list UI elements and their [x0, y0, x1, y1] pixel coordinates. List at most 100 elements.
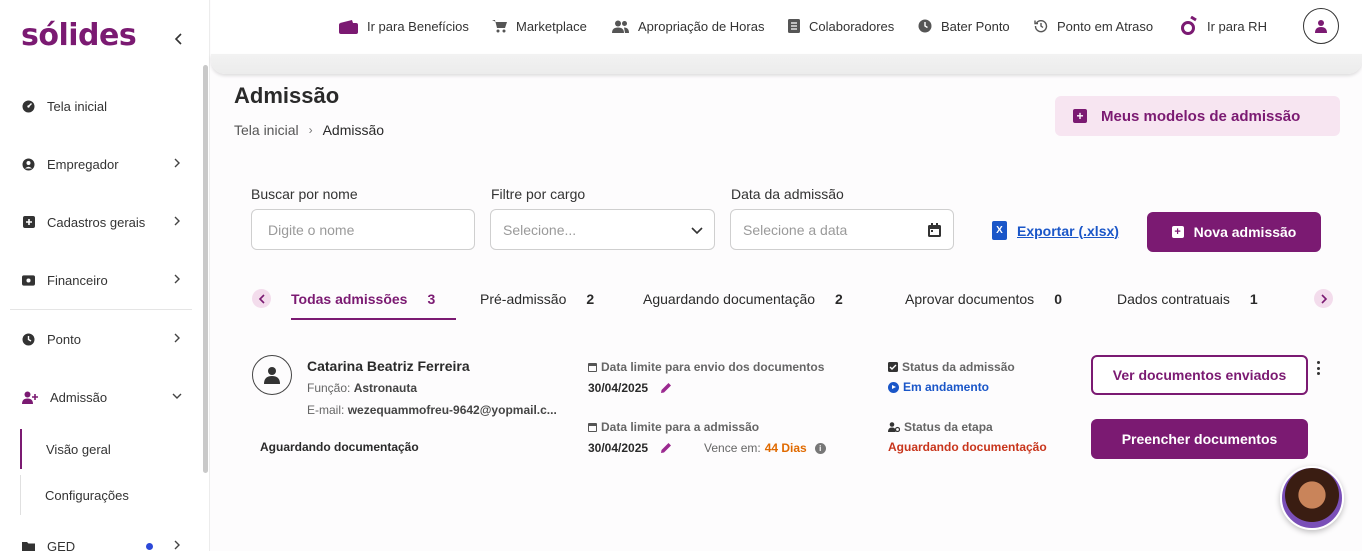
- role-filter-value: Selecione...: [503, 221, 577, 238]
- search-name-input[interactable]: Digite o nome: [251, 209, 475, 250]
- user-icon: [1315, 20, 1327, 33]
- admission-deadline-label-text: Data limite para a admissão: [601, 420, 760, 434]
- breadcrumb-current: Admissão: [322, 122, 385, 138]
- edit-pencil-icon[interactable]: [660, 442, 672, 454]
- admission-deadline-date: 30/04/2025: [588, 441, 649, 455]
- breadcrumb-separator-icon: ›: [308, 123, 313, 137]
- nav-label: Ponto em Atraso: [1057, 18, 1154, 34]
- sidebar-item-label: Empregador: [47, 156, 119, 172]
- breadcrumb-home[interactable]: Tela inicial: [234, 122, 299, 138]
- sidebar-subitem-configuracoes[interactable]: Configurações: [20, 475, 200, 515]
- fill-documents-button[interactable]: Preencher documentos: [1091, 419, 1308, 459]
- admission-date-input[interactable]: Selecione a data: [730, 209, 954, 250]
- tab-label: Dados contratuais: [1117, 291, 1230, 307]
- chevron-left-icon[interactable]: [170, 30, 188, 48]
- nav-label: Bater Ponto: [941, 18, 1010, 34]
- tab-dados-contratuais[interactable]: Dados contratuais 1: [1117, 291, 1258, 307]
- sidebar-scrollbar[interactable]: [203, 65, 208, 473]
- chevron-down-icon: [172, 393, 182, 399]
- admission-date-label: Data da admissão: [731, 186, 844, 202]
- nav-ir-para-rh[interactable]: Ir para RH: [1180, 16, 1267, 35]
- candidate-role-prefix: Função:: [307, 381, 351, 395]
- nav-colaboradores[interactable]: Colaboradores: [788, 17, 894, 35]
- tab-aguardando-documentacao[interactable]: Aguardando documentação 2: [643, 291, 843, 307]
- tab-todas-admissoes[interactable]: Todas admissões 3: [291, 291, 435, 307]
- breadcrumb: Tela inicial › Admissão: [234, 122, 384, 138]
- tab-label: Aprovar documentos: [905, 291, 1035, 307]
- nav-bater-ponto[interactable]: Bater Ponto: [918, 17, 1010, 35]
- chevron-right-icon: [174, 274, 180, 284]
- chevron-right-icon: [174, 216, 180, 226]
- sidebar-item-cadastros-gerais[interactable]: Cadastros gerais: [0, 202, 200, 242]
- virtual-assistant-avatar[interactable]: [1280, 466, 1344, 530]
- sidebar-item-label: Admissão: [50, 389, 108, 405]
- candidate-email: E-mail: wezequammofreu-9642@yopmail.c...: [307, 403, 557, 417]
- plus-square-icon: +: [1073, 109, 1087, 123]
- role-filter-select[interactable]: Selecione...: [490, 209, 715, 250]
- nav-label: Marketplace: [516, 18, 587, 34]
- admission-status-text: Em andamento: [903, 380, 990, 394]
- tabs-scroll-right-button[interactable]: [1314, 289, 1333, 308]
- nav-apropriacao-de-horas[interactable]: Apropriação de Horas: [612, 17, 764, 35]
- sidebar-item-ponto[interactable]: Ponto: [0, 319, 200, 359]
- nav-marketplace[interactable]: Marketplace: [492, 17, 587, 35]
- tab-label: Aguardando documentação: [643, 291, 816, 307]
- document-deadline-label-text: Data limite para envio dos documentos: [601, 360, 825, 374]
- sidebar-item-financeiro[interactable]: Financeiro: [0, 260, 200, 300]
- user-gear-icon: [888, 422, 900, 432]
- history-icon: [1034, 19, 1048, 33]
- tab-label: Pré-admissão: [480, 291, 567, 307]
- sidebar-item-admissao[interactable]: Admissão: [0, 377, 200, 417]
- sidebar-divider: [10, 309, 192, 310]
- view-sent-documents-button[interactable]: Ver documentos enviados: [1091, 355, 1308, 395]
- export-label: Exportar (.xlsx): [1017, 222, 1119, 239]
- clock-icon: [918, 19, 932, 33]
- user-account-button[interactable]: [1303, 8, 1339, 44]
- tabs-scroll-left-button[interactable]: [252, 289, 271, 308]
- chevron-right-icon: [1320, 293, 1327, 304]
- my-admission-models-button[interactable]: + Meus modelos de admissão: [1055, 96, 1340, 136]
- tab-count: 2: [586, 291, 595, 307]
- new-admission-label: Nova admissão: [1193, 224, 1297, 240]
- notification-dot: [146, 543, 153, 550]
- admission-deadline-value: 30/04/2025: [588, 441, 672, 455]
- nav-ir-para-beneficios[interactable]: Ir para Benefícios: [339, 17, 469, 35]
- sidebar-subitem-visao-geral[interactable]: Visão geral: [20, 429, 200, 469]
- sidebar-item-tela-inicial[interactable]: Tela inicial: [0, 86, 200, 126]
- candidate-email-value: wezequammofreu-9642@yopmail.c...: [347, 403, 557, 417]
- users-icon: [612, 20, 629, 33]
- sidebar-item-ged[interactable]: GED: [0, 526, 200, 551]
- new-admission-button[interactable]: + Nova admissão: [1147, 212, 1321, 252]
- nav-ponto-em-atraso[interactable]: Ponto em Atraso: [1034, 17, 1153, 35]
- money-icon: [22, 274, 35, 287]
- dashboard-icon: [22, 100, 35, 113]
- calendar-icon: [588, 422, 597, 432]
- tab-label: Todas admissões: [291, 291, 408, 307]
- active-tab-indicator: [291, 318, 456, 320]
- models-button-label: Meus modelos de admissão: [1101, 107, 1301, 125]
- calendar-icon[interactable]: [928, 223, 941, 237]
- export-xlsx-link[interactable]: X Exportar (.xlsx): [992, 221, 1119, 240]
- tab-count: 1: [1249, 291, 1258, 307]
- tab-count: 3: [427, 291, 436, 307]
- admission-deadline-label: Data limite para a admissão: [588, 420, 759, 434]
- tab-aprovar-documentos[interactable]: Aprovar documentos 0: [905, 291, 1062, 307]
- user-circle-icon: [22, 158, 35, 171]
- search-name-label: Buscar por nome: [251, 186, 358, 202]
- nav-label: Ir para RH: [1207, 18, 1267, 34]
- sidebar-item-empregador[interactable]: Empregador: [0, 144, 200, 184]
- top-navigation-edge: [211, 54, 1362, 74]
- stage-status-label-text: Status da etapa: [904, 420, 993, 434]
- sidebar-item-label: GED: [47, 538, 76, 551]
- stage-status-value: Aguardando documentação: [888, 440, 1047, 454]
- folder-icon: [22, 540, 35, 551]
- candidate-role-value: Astronauta: [353, 381, 418, 395]
- sidebar-item-label: Ponto: [47, 331, 81, 347]
- edit-pencil-icon[interactable]: [660, 382, 672, 394]
- solides-logo[interactable]: sólides: [21, 18, 137, 53]
- chevron-right-icon: [174, 158, 180, 168]
- tab-pre-admissao[interactable]: Pré-admissão 2: [480, 291, 594, 307]
- sidebar: sólides Tela inicial Empregador Cadastro…: [0, 0, 210, 551]
- more-options-icon[interactable]: [1317, 361, 1321, 375]
- info-icon[interactable]: i: [814, 442, 826, 454]
